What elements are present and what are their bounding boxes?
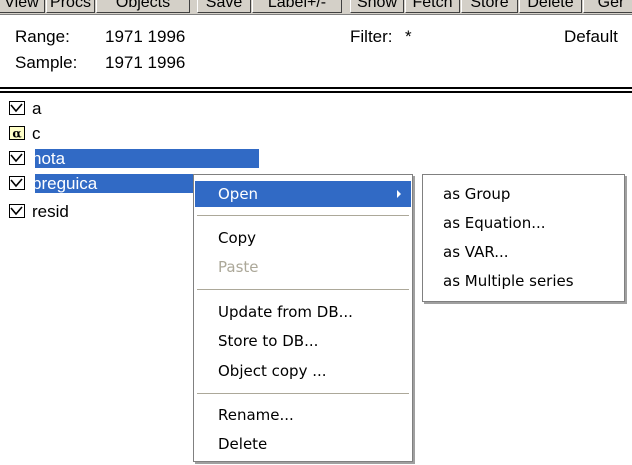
- show-button[interactable]: Show: [350, 0, 404, 13]
- genr-button[interactable]: Ger: [583, 0, 632, 13]
- header-separator-top: [0, 87, 632, 89]
- menu-item-label: Paste: [218, 258, 259, 276]
- open-submenu: as Group as Equation... as VAR... as Mul…: [422, 174, 625, 302]
- menu-item-store-to-db[interactable]: Store to DB...: [195, 328, 411, 354]
- submenu-arrow-icon: [397, 190, 401, 198]
- menu-item-label: as Equation...: [443, 214, 546, 232]
- workfile-window: View Procs Objects Save Label+/- Show Fe…: [0, 0, 632, 465]
- series-icon: [9, 176, 25, 190]
- menu-item-label: Delete: [218, 435, 268, 453]
- menu-item-rename[interactable]: Rename...: [195, 402, 411, 428]
- label-toggle-button[interactable]: Label+/-: [252, 0, 342, 13]
- sample-value[interactable]: 1971 1996: [105, 53, 185, 73]
- menu-item-label: Object copy ...: [218, 362, 327, 380]
- menu-item-label: as VAR...: [443, 243, 509, 261]
- filter-value[interactable]: *: [405, 27, 412, 47]
- menu-item-label: Update from DB...: [218, 303, 353, 321]
- menu-item-open[interactable]: Open: [195, 181, 411, 207]
- menu-item-object-copy[interactable]: Object copy ...: [195, 358, 411, 384]
- workfile-toolbar: View Procs Objects Save Label+/- Show Fe…: [0, 0, 632, 15]
- submenu-item-as-equation[interactable]: as Equation...: [424, 208, 623, 238]
- menu-separator: [197, 215, 409, 216]
- menu-item-label: as Multiple series: [443, 272, 574, 290]
- menu-item-copy[interactable]: Copy: [195, 225, 411, 251]
- procs-button[interactable]: Procs: [46, 0, 95, 13]
- menu-item-label: as Group: [443, 185, 511, 203]
- submenu-item-as-group[interactable]: as Group: [424, 179, 623, 209]
- object-label: preguica: [32, 174, 98, 193]
- object-label: a: [32, 99, 42, 118]
- series-icon: [9, 204, 25, 218]
- menu-separator: [197, 289, 409, 290]
- header-separator-bottom: [0, 91, 632, 93]
- menu-item-label: Open: [218, 185, 259, 203]
- object-item[interactable]: nota: [9, 149, 259, 168]
- menu-item-paste: Paste: [195, 254, 411, 280]
- object-item[interactable]: a: [9, 99, 259, 118]
- filter-label: Filter:: [350, 27, 393, 46]
- object-label: nota: [32, 149, 66, 168]
- objects-button[interactable]: Objects: [96, 0, 190, 13]
- store-button[interactable]: Store: [461, 0, 518, 13]
- submenu-item-as-var[interactable]: as VAR...: [424, 237, 623, 267]
- svg-text:α: α: [12, 127, 21, 141]
- fetch-button[interactable]: Fetch: [405, 0, 460, 13]
- object-context-menu: Open Copy Paste Update from DB... Store …: [193, 174, 413, 462]
- menu-item-label: Rename...: [218, 406, 294, 424]
- range-value[interactable]: 1971 1996: [105, 27, 185, 47]
- delete-button[interactable]: Delete: [519, 0, 582, 13]
- save-button[interactable]: Save: [197, 0, 251, 13]
- submenu-item-as-multiple-series[interactable]: as Multiple series: [424, 266, 623, 296]
- coefficient-alpha-icon: α: [9, 126, 25, 140]
- menu-separator: [197, 393, 409, 394]
- series-icon: [9, 101, 25, 115]
- series-icon: [9, 151, 25, 165]
- menu-item-label: Copy: [218, 229, 257, 247]
- object-item[interactable]: α c: [9, 124, 259, 143]
- menu-item-label: Store to DB...: [218, 332, 319, 350]
- sample-label: Sample:: [15, 53, 78, 72]
- menu-item-delete[interactable]: Delete: [195, 431, 411, 457]
- view-button[interactable]: View: [0, 0, 45, 13]
- object-label: resid: [32, 202, 69, 221]
- object-label: c: [32, 124, 41, 143]
- range-label: Range:: [15, 27, 70, 46]
- default-equation-label: Default: [564, 27, 618, 46]
- menu-item-update-from-db[interactable]: Update from DB...: [195, 299, 411, 325]
